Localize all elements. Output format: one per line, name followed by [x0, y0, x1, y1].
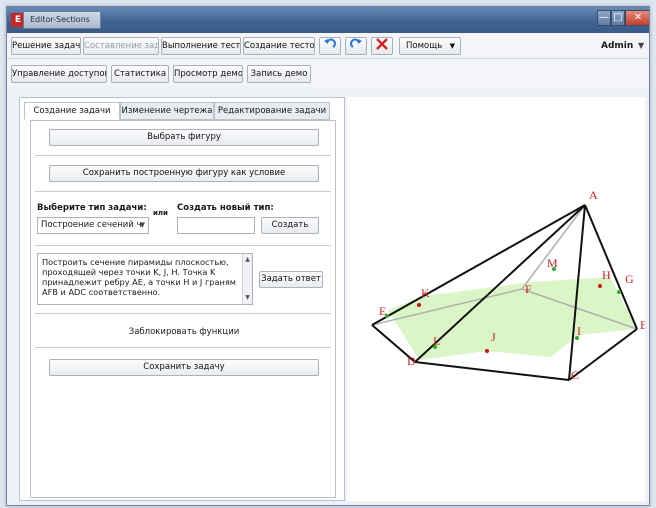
- main-toolbar: Решение задач Составление задач Выполнен…: [7, 33, 649, 59]
- delete-icon[interactable]: [371, 37, 393, 55]
- task-text-area[interactable]: Построить сечение пирамиды плоскостью, п…: [37, 253, 253, 305]
- solve-tasks-button[interactable]: Решение задач: [11, 37, 81, 55]
- label-a: A: [589, 188, 598, 202]
- scrollbar[interactable]: ▲ ▼: [242, 254, 252, 304]
- help-dropdown[interactable]: Помощь ▼: [399, 37, 461, 55]
- statistics-button[interactable]: Статистика: [111, 65, 169, 83]
- help-label: Помощь: [406, 41, 443, 51]
- task-type-select[interactable]: Построение сечений ч ▼: [37, 217, 149, 234]
- new-type-input[interactable]: [177, 217, 255, 234]
- point-g[interactable]: [617, 290, 621, 294]
- tab-edit-drawing[interactable]: Изменение чертежа: [120, 102, 214, 120]
- tab-edit-task[interactable]: Редактирование задачи: [214, 102, 330, 120]
- maximize-button[interactable]: □: [611, 10, 625, 26]
- label-m: M: [547, 256, 558, 270]
- title-bar: Е Editor-Sections — □ ✕: [7, 7, 649, 33]
- scroll-up-icon[interactable]: ▲: [243, 255, 252, 265]
- record-demo-button[interactable]: Запись демо: [247, 65, 311, 83]
- task-type-value: Построение сечений ч: [41, 220, 142, 230]
- scroll-down-icon[interactable]: ▼: [243, 293, 252, 303]
- label-j: J: [491, 330, 496, 344]
- chevron-down-icon: ▼: [139, 221, 145, 229]
- view-demo-button[interactable]: Просмотр демо: [173, 65, 243, 83]
- point-h[interactable]: [598, 284, 602, 288]
- label-e: E: [379, 304, 386, 318]
- app-window: Е Editor-Sections — □ ✕ Решение задач Со…: [6, 6, 650, 506]
- create-type-button[interactable]: Создать: [261, 217, 319, 234]
- separator: [35, 347, 331, 348]
- create-tests-button[interactable]: Создание тестов: [243, 37, 315, 55]
- window-title: Editor-Sections: [23, 11, 101, 29]
- separator: [35, 155, 331, 156]
- task-text: Построить сечение пирамиды плоскостью, п…: [42, 257, 236, 297]
- set-answer-button[interactable]: Задать ответ: [259, 271, 323, 288]
- pyramid-figure: A B C D E F G H I J K L M: [371, 188, 645, 382]
- label-f: F: [525, 282, 532, 296]
- tab-content: Выбрать фигуру Сохранить построенную фиг…: [30, 120, 336, 498]
- run-test-button[interactable]: Выполнение теста: [161, 37, 241, 55]
- chevron-down-icon: ▼: [449, 42, 455, 50]
- drawing-canvas[interactable]: A B C D E F G H I J K L M: [347, 97, 645, 501]
- label-d: D: [407, 354, 416, 368]
- redo-icon[interactable]: [345, 37, 367, 55]
- close-window-button[interactable]: ✕: [625, 10, 649, 26]
- user-menu[interactable]: Admin: [601, 41, 633, 51]
- or-label: или: [153, 209, 168, 217]
- undo-icon[interactable]: [319, 37, 341, 55]
- minimize-button[interactable]: —: [597, 10, 611, 26]
- user-chevron-down-icon[interactable]: ▼: [638, 41, 644, 50]
- save-task-button[interactable]: Сохранить задачу: [49, 359, 319, 376]
- lock-functions-toggle[interactable]: Заблокировать функции: [31, 327, 337, 337]
- hidden-edge-af: [521, 204, 586, 290]
- point-k[interactable]: [417, 303, 421, 307]
- label-k: K: [421, 286, 430, 300]
- label-i: I: [577, 324, 581, 338]
- label-g: G: [625, 272, 634, 286]
- separator: [35, 313, 331, 314]
- save-figure-button[interactable]: Сохранить построенную фигуру как условие: [49, 165, 319, 182]
- new-type-label: Создать новый тип:: [177, 203, 274, 213]
- point-j[interactable]: [485, 349, 489, 353]
- task-type-label: Выберите тип задачи:: [37, 203, 147, 213]
- label-c: C: [571, 368, 579, 382]
- separator: [35, 191, 331, 192]
- access-control-button[interactable]: Управление доступом: [11, 65, 107, 83]
- task-panel: Создание задачи Изменение чертежа Редакт…: [19, 97, 345, 501]
- separator: [35, 245, 331, 246]
- tab-create-task[interactable]: Создание задачи: [24, 102, 120, 120]
- compose-tasks-button[interactable]: Составление задач: [83, 37, 159, 55]
- secondary-toolbar: Управление доступом Статистика Просмотр …: [7, 61, 649, 87]
- label-h: H: [602, 268, 611, 282]
- label-l: L: [433, 334, 440, 348]
- choose-figure-button[interactable]: Выбрать фигуру: [49, 129, 319, 146]
- label-b: B: [640, 318, 645, 332]
